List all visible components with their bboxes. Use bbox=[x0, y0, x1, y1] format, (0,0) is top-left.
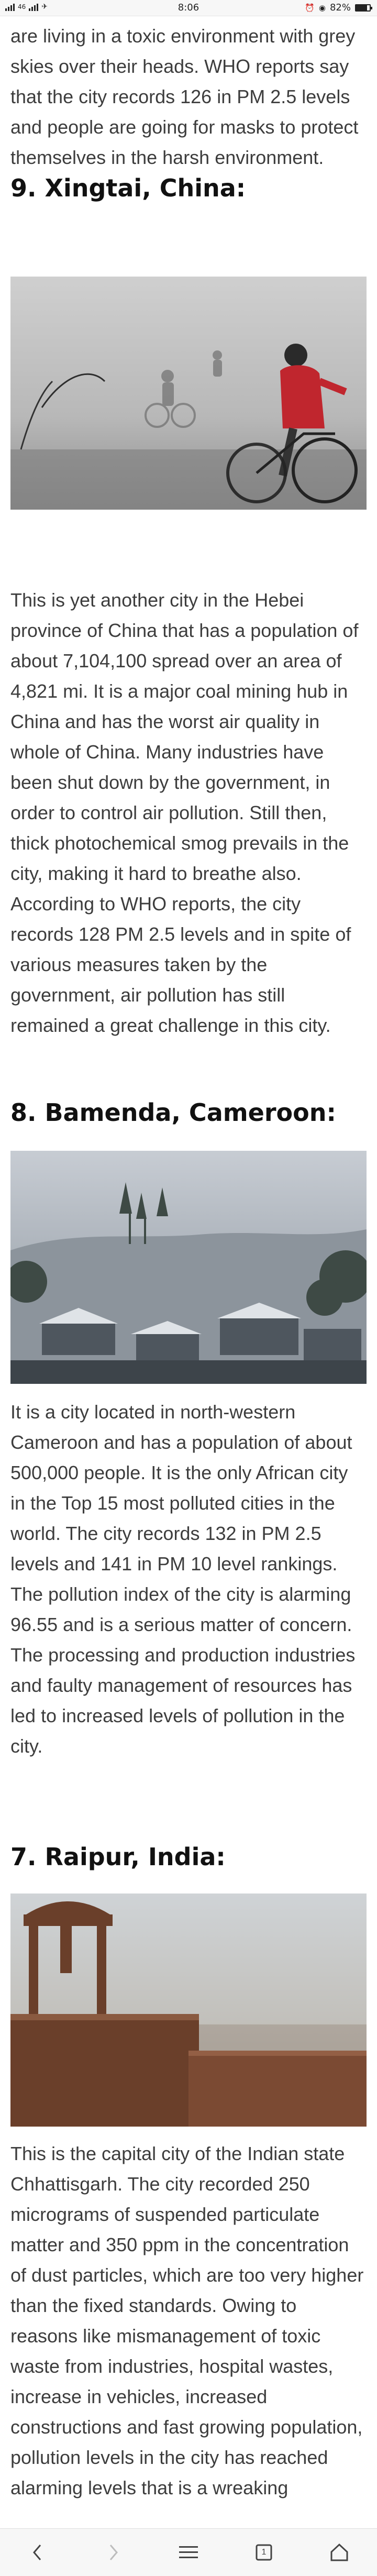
home-icon bbox=[330, 2543, 348, 2561]
section-body-block: It is a city located in north-western Ca… bbox=[10, 1397, 367, 1762]
battery-icon bbox=[355, 4, 372, 12]
tabs-button[interactable]: 1 bbox=[243, 2534, 285, 2571]
alarm-icon: ⏰ bbox=[305, 3, 315, 13]
hazy-city-image bbox=[10, 1151, 367, 1384]
section-body-block: This is yet another city in the Hebei pr… bbox=[10, 585, 367, 1041]
section-heading-block: 8. Bamenda, Cameroon: bbox=[10, 1098, 367, 1127]
section-body-xingtai: This is yet another city in the Hebei pr… bbox=[10, 589, 359, 1036]
section-heading-block: 7. Raipur, India: bbox=[10, 1843, 367, 1871]
home-button[interactable] bbox=[318, 2534, 360, 2571]
section-heading-raipur: 7. Raipur, India: bbox=[10, 1843, 226, 1871]
menu-button[interactable] bbox=[168, 2534, 209, 2571]
section-body-raipur: This is the capital city of the Indian s… bbox=[10, 2143, 364, 2498]
section-heading-xingtai: 9. Xingtai, China: bbox=[10, 174, 246, 202]
tab-count: 1 bbox=[261, 2548, 267, 2557]
section-heading-block: 9. Xingtai, China: bbox=[10, 174, 367, 202]
section-body-block: This is the capital city of the Indian s… bbox=[10, 2139, 367, 2503]
intro-block: are living in a toxic environment with g… bbox=[10, 21, 367, 173]
back-button[interactable] bbox=[17, 2534, 59, 2571]
chevron-left-icon bbox=[33, 2545, 41, 2560]
browser-bottom-bar: 1 bbox=[0, 2528, 377, 2576]
chevron-right-icon bbox=[109, 2545, 118, 2560]
status-bar-right: ⏰ ◉ 82% bbox=[305, 2, 372, 13]
eye-icon: ◉ bbox=[318, 3, 326, 13]
section-heading-bamenda: 8. Bamenda, Cameroon: bbox=[10, 1098, 336, 1127]
status-bar: 46 ✈ 8:06 ⏰ ◉ 82% bbox=[0, 0, 377, 16]
photo-bamenda bbox=[10, 1151, 367, 1384]
forward-button[interactable] bbox=[92, 2534, 134, 2571]
intro-paragraph: are living in a toxic environment with g… bbox=[10, 25, 359, 168]
fort-skyline-image bbox=[10, 1894, 367, 2127]
cyclist-smog-image bbox=[10, 277, 367, 510]
battery-percent: 82% bbox=[329, 2, 351, 13]
section-body-bamenda: It is a city located in north-western Ca… bbox=[10, 1401, 356, 1757]
hamburger-menu-icon bbox=[179, 2546, 198, 2558]
photo-raipur bbox=[10, 1894, 367, 2127]
photo-xingtai bbox=[10, 277, 367, 510]
